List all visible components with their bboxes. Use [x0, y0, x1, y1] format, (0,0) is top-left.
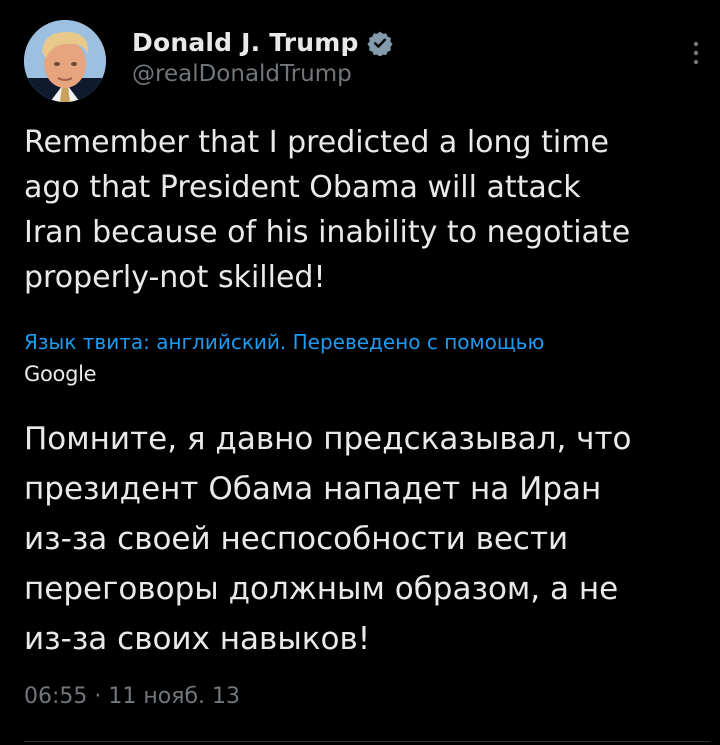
- timestamp[interactable]: 06:55 · 11 нояб. 13: [24, 684, 240, 709]
- author-block: Donald J. Trump @realDonaldTrump: [132, 28, 393, 87]
- tweet-text-line: properly-not skilled!: [24, 260, 326, 295]
- translated-text-line: из-за своих навыков!: [24, 621, 371, 657]
- translation-note-link[interactable]: Язык твита: английский. Переведено с пом…: [24, 330, 704, 354]
- more-vertical-icon[interactable]: [688, 38, 704, 68]
- translated-text: Помните, я давно предсказывал, что прези…: [24, 414, 714, 664]
- tweet-text-line: ago that President Obama will attack: [24, 170, 581, 205]
- translated-text-line: президент Обама нападет на Иран: [24, 471, 602, 507]
- tweet-text: Remember that I predicted a long time ag…: [24, 120, 704, 300]
- display-name[interactable]: Donald J. Trump: [132, 28, 359, 57]
- avatar-photo: [24, 20, 106, 102]
- tweet-text-line: Iran because of his inability to negotia…: [24, 215, 631, 250]
- translated-text-line: Помните, я давно предсказывал, что: [24, 421, 632, 457]
- translated-text-line: из-за своей неспособности вести: [24, 521, 569, 557]
- tweet-header: Donald J. Trump @realDonaldTrump: [20, 16, 710, 106]
- translated-text-line: переговоры должным образом, а не: [24, 571, 619, 607]
- handle[interactable]: @realDonaldTrump: [132, 61, 393, 87]
- verified-badge-icon: [367, 30, 393, 57]
- tweet-text-line: Remember that I predicted a long time: [24, 125, 609, 160]
- translation-provider: Google: [24, 362, 97, 386]
- name-row: Donald J. Trump: [132, 28, 393, 57]
- divider: [24, 741, 710, 742]
- avatar[interactable]: [24, 20, 106, 102]
